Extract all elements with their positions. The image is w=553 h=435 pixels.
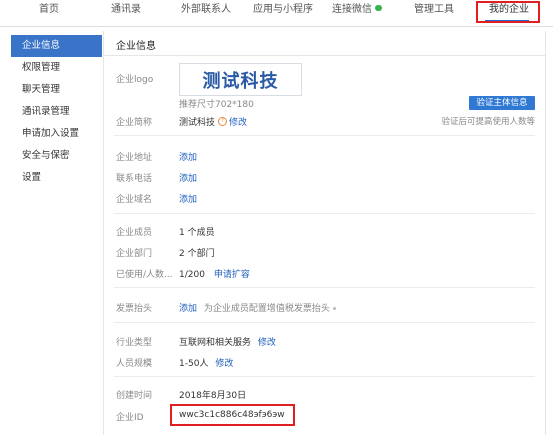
address-add-link[interactable]: 添加 <box>179 150 197 163</box>
departments-value: 2 个部门 <box>179 249 215 259</box>
section-divider <box>114 135 535 136</box>
tab-home[interactable]: 首页 <box>39 0 59 24</box>
staff-size-edit-link[interactable]: 修改 <box>215 359 233 369</box>
tab-connect-wechat[interactable]: 连接微信 <box>332 0 382 24</box>
sidebar-item-settings[interactable]: 设置 <box>11 167 102 189</box>
members-label: 企业成员 <box>116 228 153 238</box>
logo-label: 企业logo <box>116 75 154 85</box>
corp-id-label: 企业ID <box>116 413 144 423</box>
page-title: 企业信息 <box>116 41 156 52</box>
industry-edit-link[interactable]: 修改 <box>258 338 276 348</box>
members-value: 1 个成员 <box>179 228 215 238</box>
invoice-add-link[interactable]: 添加 <box>179 304 197 314</box>
sidebar-item-permissions[interactable]: 权限管理 <box>11 57 102 79</box>
highlight-box-corp-id <box>170 404 295 426</box>
verify-entity-button[interactable]: 验证主体信息 <box>469 96 535 110</box>
help-icon <box>332 307 336 310</box>
domain-add-link[interactable]: 添加 <box>179 192 197 205</box>
short-name-value: 测试科技 <box>179 118 216 128</box>
section-divider <box>114 376 535 377</box>
phone-add-link[interactable]: 添加 <box>179 171 197 184</box>
tab-external-contacts[interactable]: 外部联系人 <box>181 0 231 24</box>
top-nav: 首页 通讯录 外部联系人 应用与小程序 连接微信 管理工具 我的企业 <box>0 0 553 27</box>
invoice-label: 发票抬头 <box>116 304 153 314</box>
usage-label: 已使用/人数... <box>116 270 173 280</box>
industry-row: 互联网和相关服务 修改 <box>179 335 276 348</box>
sidebar: 企业信息 权限管理 聊天管理 通讯录管理 申请加入设置 安全与保密 设置 <box>11 35 102 189</box>
domain-label: 企业域名 <box>116 195 153 205</box>
industry-value: 互联网和相关服务 <box>179 338 252 348</box>
sidebar-item-security[interactable]: 安全与保密 <box>11 145 102 167</box>
sidebar-item-enterprise-info[interactable]: 企业信息 <box>11 35 102 57</box>
logo-text: 测试科技 <box>202 70 279 92</box>
wechat-icon <box>375 5 382 11</box>
section-divider <box>114 213 535 214</box>
highlight-box-my-enterprise <box>476 1 540 23</box>
staff-size-row: 1-50人 修改 <box>179 356 233 369</box>
enterprise-logo[interactable]: 测试科技 <box>179 63 302 96</box>
logo-size-hint: 推荐尺寸702*180 <box>179 100 254 110</box>
usage-value: 1/200 <box>179 270 205 280</box>
short-name-label: 企业简称 <box>116 118 153 128</box>
invoice-description: 为企业成员配置增值税发票抬头 <box>203 304 330 314</box>
section-divider <box>114 322 535 323</box>
short-name-row: 测试科技? 修改 <box>179 115 247 128</box>
tab-connect-wechat-label: 连接微信 <box>332 4 372 15</box>
title-divider <box>104 55 545 56</box>
tab-contacts[interactable]: 通讯录 <box>111 0 141 24</box>
tab-management-tools[interactable]: 管理工具 <box>414 0 454 24</box>
usage-row: 1/200 申请扩容 <box>179 267 250 280</box>
staff-size-value: 1-50人 <box>179 359 209 369</box>
created-value: 2018年8月30日 <box>179 391 247 401</box>
phone-label: 联系电话 <box>116 174 153 184</box>
verify-benefit-note: 验证后可提高使用人数等 <box>441 117 535 127</box>
departments-label: 企业部门 <box>116 249 153 259</box>
apply-expand-link[interactable]: 申请扩容 <box>214 270 250 280</box>
short-name-edit-link[interactable]: 修改 <box>229 118 247 128</box>
info-icon: ? <box>218 117 228 126</box>
sidebar-item-chat-management[interactable]: 聊天管理 <box>11 79 102 101</box>
sidebar-item-contacts-management[interactable]: 通讯录管理 <box>11 101 102 123</box>
enterprise-info-panel: 企业信息 企业logo 测试科技 推荐尺寸702*180 验证主体信息 企业简称… <box>103 31 546 435</box>
industry-label: 行业类型 <box>116 338 153 348</box>
invoice-row: 添加 为企业成员配置增值税发票抬头 <box>179 301 336 314</box>
created-label: 创建时间 <box>116 391 153 401</box>
section-divider <box>114 287 535 288</box>
address-label: 企业地址 <box>116 153 153 163</box>
staff-size-label: 人员规模 <box>116 359 153 369</box>
tab-apps[interactable]: 应用与小程序 <box>253 0 313 24</box>
sidebar-item-join-settings[interactable]: 申请加入设置 <box>11 123 102 145</box>
